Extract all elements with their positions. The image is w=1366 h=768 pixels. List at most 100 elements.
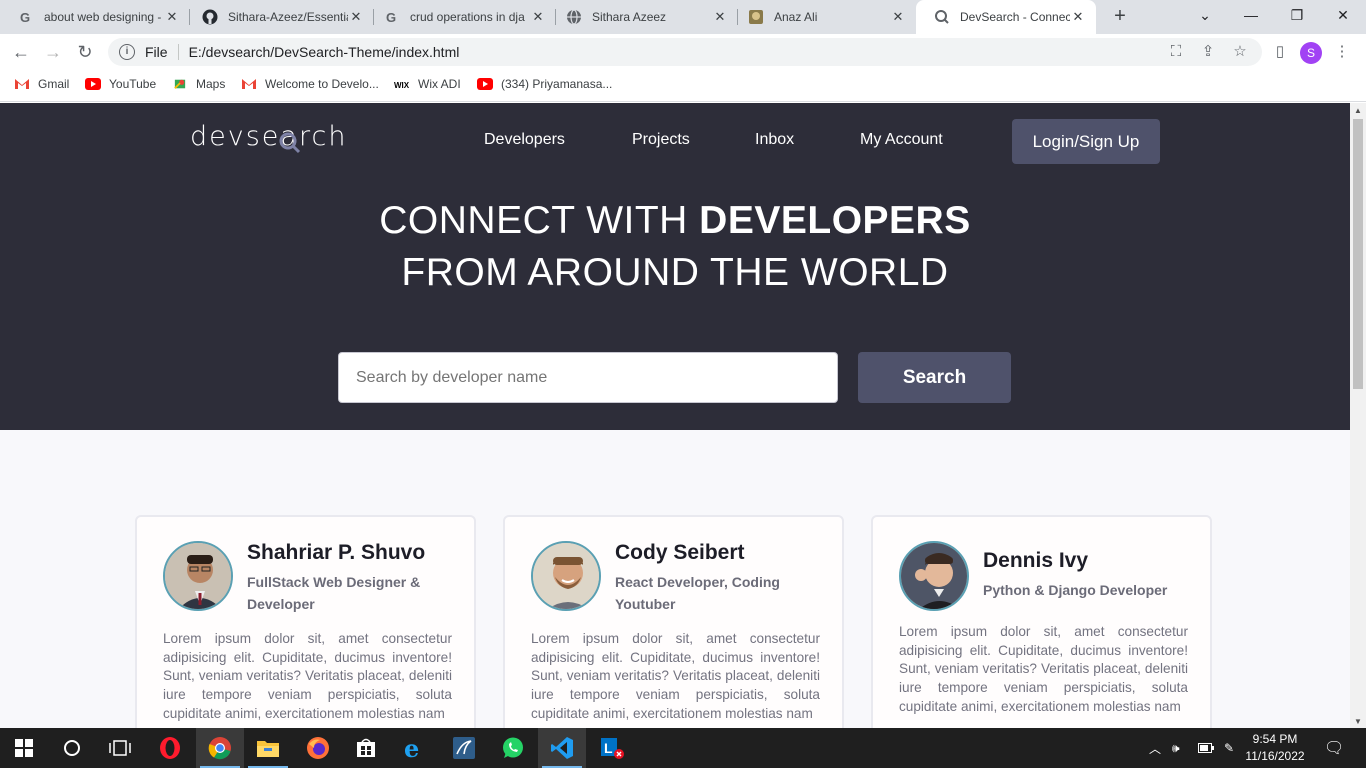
scrollbar-thumb[interactable] xyxy=(1353,119,1363,389)
taskbar-edge[interactable]: e xyxy=(390,728,438,768)
bookmark-youtube[interactable]: YouTube xyxy=(85,77,156,91)
menu-icon[interactable]: ⋮ xyxy=(1332,42,1352,62)
profile-avatar[interactable]: S xyxy=(1300,42,1322,64)
tab-sithara-azeez[interactable]: Sithara Azeez ✕ xyxy=(548,0,738,34)
taskbar-whatsapp[interactable] xyxy=(489,728,537,768)
translate-icon[interactable]: ⛶ xyxy=(1166,42,1186,62)
bookmark-welcome-to-develo[interactable]: Welcome to Develo... xyxy=(241,77,379,91)
scroll-up-arrow-icon[interactable]: ▲ xyxy=(1354,106,1362,115)
youtube-icon xyxy=(85,78,101,90)
clock-date: 11/16/2022 xyxy=(1245,749,1305,763)
taskbar-mysql-workbench[interactable] xyxy=(440,728,488,768)
taskbar-search-button[interactable] xyxy=(48,728,96,768)
taskbar-chrome[interactable] xyxy=(196,728,244,768)
tab-crud-operations[interactable]: G crud operations in dja ✕ xyxy=(366,0,556,34)
tab-about-web-designing[interactable]: G about web designing - ✕ xyxy=(0,0,190,34)
nav-developers[interactable]: Developers xyxy=(484,131,565,149)
devsearch-logo[interactable]: devsea rch xyxy=(190,121,347,154)
minimize-button[interactable]: — xyxy=(1228,0,1274,30)
volume-icon[interactable]: 🕪 xyxy=(1172,728,1180,768)
tab-title: Sithara-Azeez/Essentia xyxy=(228,10,348,24)
tab-devsearch[interactable]: DevSearch - Connect ✕ xyxy=(916,0,1096,34)
bookmark-star-icon[interactable]: ☆ xyxy=(1230,42,1250,62)
hero-headline: CONNECT WITH DEVELOPERS FROM AROUND THE … xyxy=(0,195,1350,299)
windows-start-icon xyxy=(15,739,33,757)
taskbar-clock[interactable]: 9:54 PM 11/16/2022 xyxy=(1244,731,1306,765)
bookmark-label: Gmail xyxy=(38,77,70,91)
lync-icon: L xyxy=(601,738,624,759)
gmail-icon xyxy=(242,79,256,89)
avatar xyxy=(163,541,233,611)
show-hidden-icons[interactable]: ︿ xyxy=(1149,728,1161,768)
cortana-search-icon xyxy=(64,740,80,756)
side-panel-icon[interactable]: ▯ xyxy=(1270,42,1290,62)
developer-name[interactable]: Cody Seibert xyxy=(615,541,745,565)
bookmark-label: Wix ADI xyxy=(418,77,461,91)
developer-role: FullStack Web Designer & Developer xyxy=(247,574,421,612)
scroll-down-arrow-icon[interactable]: ▼ xyxy=(1354,717,1362,726)
close-tab-icon[interactable]: ✕ xyxy=(348,9,364,25)
start-button[interactable] xyxy=(0,728,48,768)
pen-workspace-icon[interactable]: ✎ xyxy=(1224,728,1234,768)
magnifier-icon xyxy=(279,132,301,154)
forward-button[interactable]: → xyxy=(41,40,65,64)
nav-my-account[interactable]: My Account xyxy=(860,131,943,149)
developer-name[interactable]: Shahriar P. Shuvo xyxy=(247,541,425,565)
page-scrollbar[interactable]: ▲ ▼ xyxy=(1350,103,1366,728)
address-divider xyxy=(177,44,179,60)
taskbar-opera[interactable] xyxy=(146,728,194,768)
globe-icon xyxy=(567,9,581,25)
developer-bio: Lorem ipsum dolor sit, amet consectetur … xyxy=(899,624,1188,714)
address-bar[interactable]: i File E:/devsearch/DevSearch-Theme/inde… xyxy=(108,38,1262,66)
hero-section: devsea rch Developers Projects Inbox My A… xyxy=(0,103,1350,430)
login-signup-button[interactable]: Login/Sign Up xyxy=(1012,119,1160,164)
taskbar-firefox[interactable] xyxy=(294,728,342,768)
vscode-icon xyxy=(551,737,573,759)
headline-light-text: CONNECT WITH xyxy=(379,199,700,242)
headline-line-1: CONNECT WITH DEVELOPERS xyxy=(0,195,1350,247)
reload-button[interactable]: ↻ xyxy=(73,40,97,64)
close-tab-icon[interactable]: ✕ xyxy=(530,9,546,25)
share-icon[interactable]: ⇪ xyxy=(1198,42,1218,62)
nav-inbox[interactable]: Inbox xyxy=(755,131,794,149)
task-view-icon xyxy=(109,740,131,756)
close-tab-icon[interactable]: ✕ xyxy=(712,9,728,25)
nav-projects[interactable]: Projects xyxy=(632,131,690,149)
tab-github-essentia[interactable]: Sithara-Azeez/Essentia ✕ xyxy=(184,0,374,34)
avatar xyxy=(899,541,969,611)
mysql-icon xyxy=(453,737,475,759)
close-tab-icon[interactable]: ✕ xyxy=(1070,9,1086,25)
back-button[interactable]: ← xyxy=(9,40,33,64)
bookmark-gmail[interactable]: Gmail xyxy=(14,77,69,91)
taskbar-file-explorer[interactable] xyxy=(244,728,292,768)
developer-card[interactable]: Dennis Ivy Python & Django Developer Lor… xyxy=(871,515,1212,728)
restore-button[interactable]: ❐ xyxy=(1274,0,1320,30)
search-button[interactable]: Search xyxy=(858,352,1011,403)
address-url[interactable]: E:/devsearch/DevSearch-Theme/index.html xyxy=(189,44,460,60)
new-tab-button[interactable]: + xyxy=(1108,5,1132,29)
tab-anaz-ali[interactable]: Anaz Ali ✕ xyxy=(730,0,916,34)
developer-card[interactable]: Shahriar P. Shuvo FullStack Web Designer… xyxy=(135,515,476,728)
close-tab-icon[interactable]: ✕ xyxy=(890,9,906,25)
close-tab-icon[interactable]: ✕ xyxy=(164,9,180,25)
bookmark-maps[interactable]: Maps xyxy=(172,77,225,91)
taskbar-vscode[interactable] xyxy=(538,728,586,768)
tab-search-icon[interactable]: ⌄ xyxy=(1182,0,1228,30)
developer-search-input[interactable] xyxy=(338,352,838,403)
bookmark-priyamanasa[interactable]: (334) Priyamanasa... xyxy=(477,77,612,91)
developer-name[interactable]: Dennis Ivy xyxy=(983,549,1088,573)
battery-icon[interactable] xyxy=(1198,728,1214,768)
close-window-button[interactable]: ✕ xyxy=(1320,0,1366,30)
task-view-button[interactable] xyxy=(96,728,144,768)
browser-toolbar: ← → ↻ i File E:/devsearch/DevSearch-Them… xyxy=(0,34,1366,70)
developer-card[interactable]: Cody Seibert React Developer, Coding You… xyxy=(503,515,844,728)
site-info-icon[interactable]: i xyxy=(119,44,135,60)
developer-photo xyxy=(165,543,231,609)
store-icon xyxy=(357,738,375,757)
logo-text-start: devse xyxy=(190,121,281,152)
bookmark-wix-adi[interactable]: WIX Wix ADI xyxy=(394,77,461,91)
taskbar-store[interactable] xyxy=(342,728,390,768)
tab-title: Sithara Azeez xyxy=(592,10,667,24)
notifications-icon[interactable]: 🗨 xyxy=(1324,728,1344,768)
taskbar-lync[interactable]: L xyxy=(588,728,636,768)
